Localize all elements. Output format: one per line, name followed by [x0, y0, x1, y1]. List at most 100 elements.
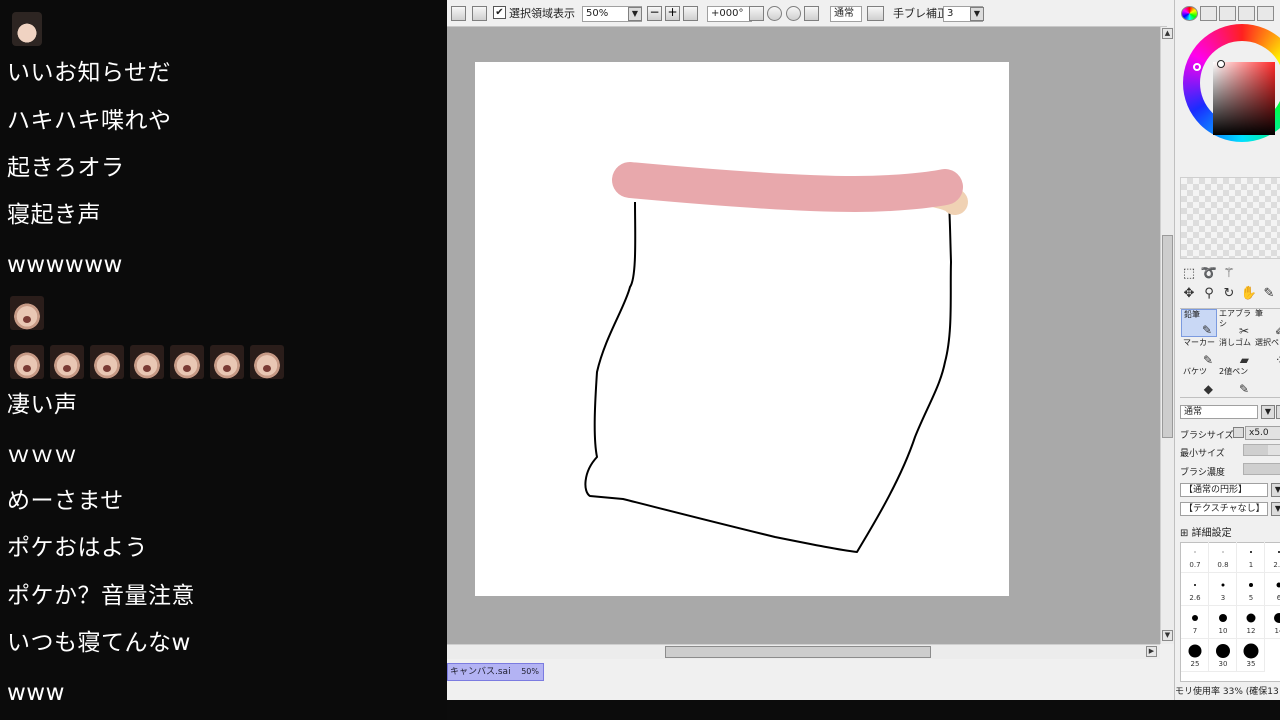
- redo-button[interactable]: [472, 6, 487, 21]
- size-preset-cell[interactable]: 6: [1265, 573, 1280, 606]
- brush-size-presets: 0.70.812.32.63567101214253035: [1180, 540, 1280, 682]
- size-preset-cell[interactable]: 0.7: [1181, 540, 1209, 573]
- size-preset-cell[interactable]: 0.8: [1209, 540, 1237, 573]
- tool-airbrush[interactable]: エアブラシ ✂: [1217, 309, 1253, 337]
- size-preset-cell[interactable]: 3: [1209, 573, 1237, 606]
- undo-button[interactable]: [451, 6, 466, 21]
- min-size-label: 最小サイズ: [1180, 449, 1225, 459]
- preserve-opacity-icon[interactable]: ▲: [1276, 405, 1280, 419]
- lasso-icon[interactable]: ➰: [1200, 266, 1218, 281]
- size-preset-dot: [1276, 582, 1280, 588]
- size-preset-dot: [1273, 613, 1280, 623]
- scroll-right-icon[interactable]: ▶: [1146, 646, 1157, 657]
- size-preset-dot: [1193, 584, 1196, 586]
- brush-size-field[interactable]: x5.0: [1245, 426, 1280, 440]
- details-toggle[interactable]: ⊞ 詳細設定: [1180, 524, 1232, 539]
- eyedropper-icon[interactable]: ✎: [1260, 286, 1278, 301]
- saturation-value-box[interactable]: [1213, 60, 1275, 135]
- rgb-slider-tab-icon[interactable]: [1200, 6, 1217, 21]
- size-preset-label: 35: [1246, 660, 1256, 668]
- canvas-workspace[interactable]: [447, 27, 1160, 644]
- size-preset-dot: [1188, 644, 1201, 658]
- brush-shape-dropdown-icon[interactable]: ▼: [1271, 483, 1280, 497]
- move-icon[interactable]: ✥: [1180, 286, 1198, 301]
- size-preset-label: 3: [1220, 594, 1226, 602]
- mirror-button[interactable]: [867, 6, 884, 21]
- document-tab[interactable]: キャンバス.sai 50%: [447, 663, 544, 681]
- canvas-toolbar: ✔ 選択領域表示 50% ▼ − + +000° 通常 手ブレ補正 3 ▼: [447, 0, 1167, 27]
- color-wheel-tab-icon[interactable]: [1181, 6, 1198, 21]
- panel-blend-mode-select[interactable]: 通常: [1180, 405, 1258, 419]
- scroll-up-icon[interactable]: ▲: [1162, 28, 1173, 39]
- size-preset-dot: [1218, 614, 1227, 622]
- brush-texture-select[interactable]: 【テクスチャなし】: [1180, 502, 1268, 516]
- horizontal-scroll-thumb[interactable]: [665, 646, 931, 658]
- tool-select-pen[interactable]: 選択ペン⁘: [1253, 338, 1280, 366]
- chat-message: ハキハキ喋れや: [7, 108, 172, 134]
- scroll-down-icon[interactable]: ▼: [1162, 630, 1173, 641]
- size-preset-dot: [1194, 551, 1195, 553]
- zoom-in-button[interactable]: +: [665, 6, 680, 21]
- tool-brush[interactable]: 筆✐: [1253, 309, 1280, 337]
- zoom-out-button[interactable]: −: [647, 6, 662, 21]
- size-preset-cell[interactable]: 12: [1237, 606, 1265, 639]
- size-preset-cell[interactable]: 35: [1237, 639, 1265, 672]
- document-tab-zoom: 50%: [521, 667, 539, 676]
- horizontal-scrollbar[interactable]: ▶: [447, 644, 1160, 659]
- panel-blend-dropdown-icon[interactable]: ▼: [1261, 405, 1275, 419]
- size-preset-label: 14: [1274, 627, 1280, 635]
- color-swatch-area[interactable]: [1180, 177, 1280, 259]
- size-preset-cell[interactable]: 2.6: [1181, 573, 1209, 606]
- sv-marker-icon[interactable]: [1217, 60, 1225, 68]
- swatch-tab-icon[interactable]: [1238, 6, 1255, 21]
- size-preset-label: 2.3: [1273, 561, 1280, 569]
- tool-marker[interactable]: マーカー ✎: [1181, 338, 1217, 366]
- zoom-icon[interactable]: ⚲: [1200, 286, 1218, 301]
- brush-shape-select[interactable]: 【通常の円形】: [1180, 483, 1268, 497]
- size-preset-cell[interactable]: 25: [1181, 639, 1209, 672]
- size-preset-cell[interactable]: 2.3: [1265, 540, 1280, 573]
- size-preset-cell[interactable]: 5: [1237, 573, 1265, 606]
- size-preset-label: 6: [1265, 594, 1280, 602]
- size-preset-cell[interactable]: 10: [1209, 606, 1237, 639]
- brush-size-multiplier-icon[interactable]: [1233, 427, 1244, 438]
- tool-eraser[interactable]: 消しゴム ▰: [1217, 338, 1253, 366]
- density-slider[interactable]: [1243, 463, 1280, 475]
- size-preset-label: 10: [1218, 627, 1228, 635]
- zoom-reset-button[interactable]: [683, 6, 698, 21]
- vertical-scroll-thumb[interactable]: [1162, 235, 1173, 438]
- magic-wand-icon[interactable]: ⚚: [1220, 266, 1238, 281]
- brush-texture-dropdown-icon[interactable]: ▼: [1271, 502, 1280, 516]
- min-size-slider[interactable]: [1243, 444, 1280, 456]
- blend-mode-select[interactable]: 通常: [830, 6, 862, 22]
- rect-select-icon[interactable]: ⬚: [1180, 266, 1198, 281]
- tool-pencil[interactable]: 鉛筆 ✎: [1181, 309, 1217, 337]
- hue-marker-icon[interactable]: [1193, 63, 1201, 71]
- size-preset-cell[interactable]: 14: [1265, 606, 1280, 639]
- size-preset-cell[interactable]: 30: [1209, 639, 1237, 672]
- scratchpad-tab-icon[interactable]: [1257, 6, 1274, 21]
- tool-binary-pen[interactable]: 2値ペン ✎: [1217, 367, 1253, 395]
- hsv-slider-tab-icon[interactable]: [1219, 6, 1236, 21]
- chat-message: ポケか？音量注意: [7, 583, 195, 609]
- rotate-reset-button[interactable]: [786, 6, 801, 21]
- size-preset-label: 7: [1192, 627, 1198, 635]
- size-preset-label: 2.6: [1189, 594, 1201, 602]
- rotate-right-button[interactable]: [767, 6, 782, 21]
- size-preset-cell[interactable]: 7: [1181, 606, 1209, 639]
- size-preset-label: 1: [1248, 561, 1254, 569]
- drawing-canvas[interactable]: [475, 62, 1009, 596]
- stabilizer-label: 手ブレ補正: [893, 7, 948, 20]
- rotate-icon[interactable]: ↻: [1220, 286, 1238, 301]
- vertical-scrollbar[interactable]: ▲ ▼: [1160, 27, 1174, 644]
- stabilizer-dropdown-icon[interactable]: ▼: [970, 7, 984, 21]
- tool-bucket[interactable]: バケツ ◆: [1181, 367, 1217, 395]
- size-preset-cell[interactable]: 1: [1237, 540, 1265, 573]
- rotate-left-button[interactable]: [749, 6, 764, 21]
- flip-button[interactable]: [804, 6, 819, 21]
- rotation-field[interactable]: +000°: [707, 6, 752, 22]
- hand-icon[interactable]: ✋: [1240, 286, 1258, 301]
- face-stamp-icon: [10, 296, 44, 330]
- zoom-dropdown-icon[interactable]: ▼: [628, 7, 642, 21]
- selection-checkbox[interactable]: ✔: [493, 6, 506, 19]
